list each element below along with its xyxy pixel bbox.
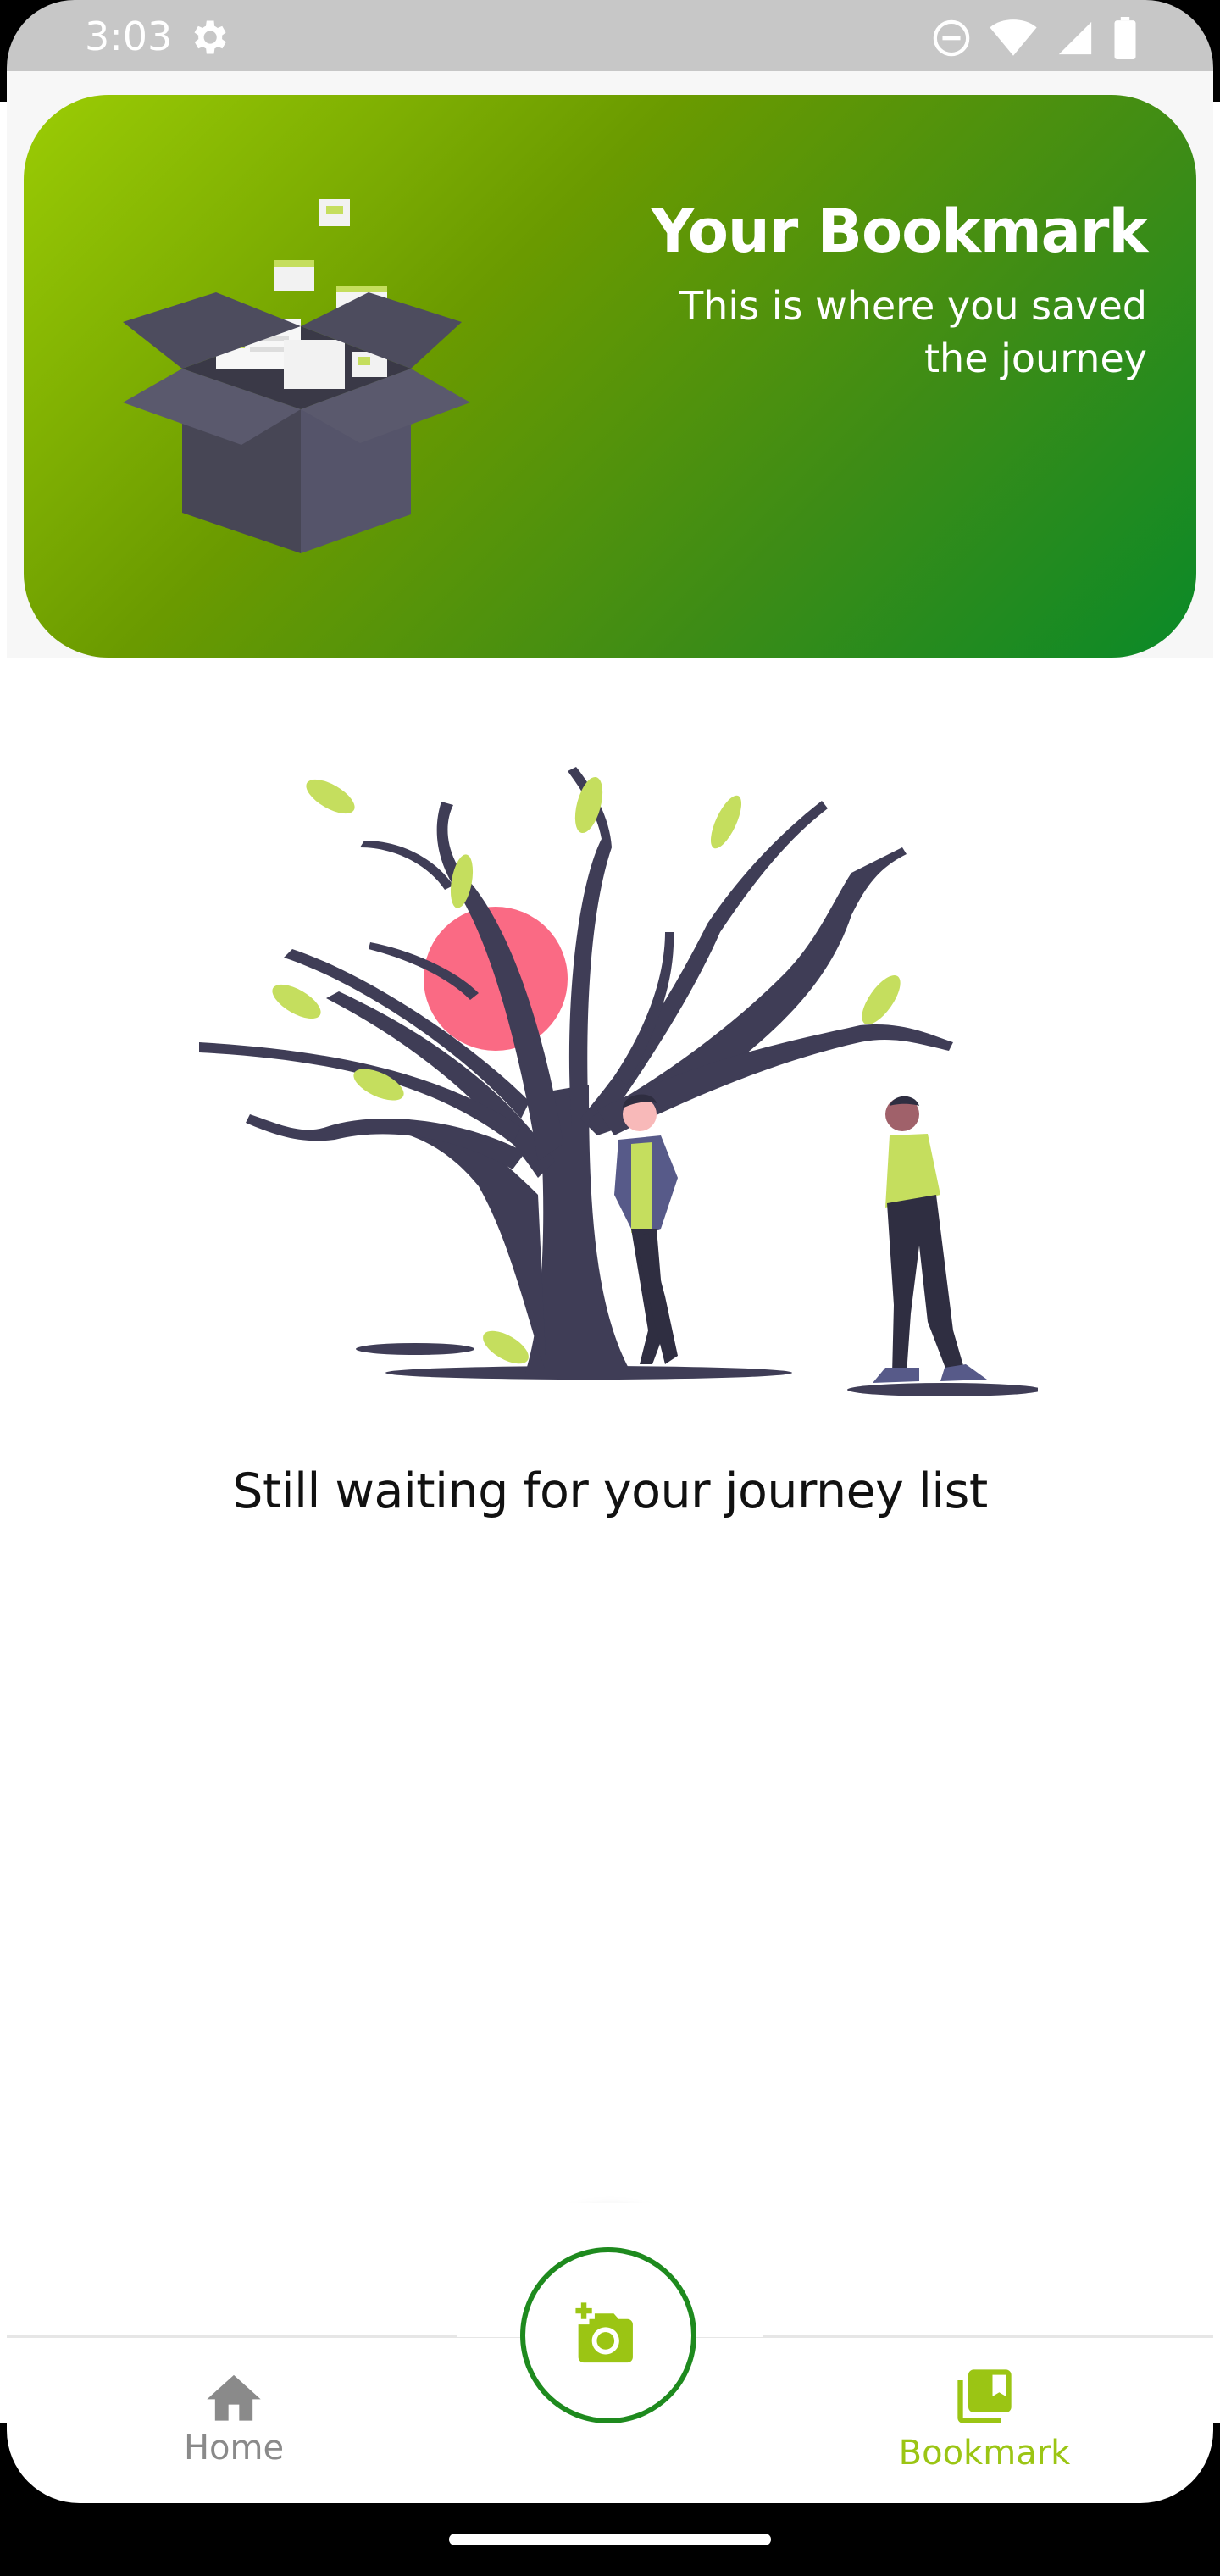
battery-icon (1114, 17, 1136, 59)
wifi-icon (990, 19, 1037, 56)
empty-state-message: Still waiting for your journey list (232, 1463, 988, 1519)
page-title: Your Bookmark (651, 197, 1148, 266)
device-frame-corner-right (1135, 2423, 1220, 2508)
home-icon (207, 2374, 261, 2421)
do-not-disturb-icon (933, 19, 970, 57)
home-indicator[interactable] (449, 2534, 771, 2545)
cell-signal-icon (1058, 21, 1092, 55)
nav-label-bookmark: Bookmark (898, 2434, 1071, 2473)
nav-item-home[interactable]: Home (107, 2364, 361, 2468)
add-photo-button[interactable] (520, 2247, 696, 2423)
open-box-illustration (123, 199, 470, 553)
device-frame-corner-left (0, 2423, 85, 2508)
nav-label-home: Home (183, 2429, 285, 2468)
status-time: 3:03 (85, 14, 173, 59)
empty-state-illustration (199, 767, 1038, 1396)
bookmark-icon (957, 2369, 1012, 2423)
nav-item-bookmark[interactable]: Bookmark (857, 2364, 1112, 2473)
add-photo-icon (575, 2302, 633, 2363)
gear-icon (194, 20, 226, 54)
page-subtitle: This is where you saved the journey (679, 283, 1147, 381)
status-bar: 3:03 (7, 0, 1213, 71)
status-icons (932, 17, 1137, 59)
